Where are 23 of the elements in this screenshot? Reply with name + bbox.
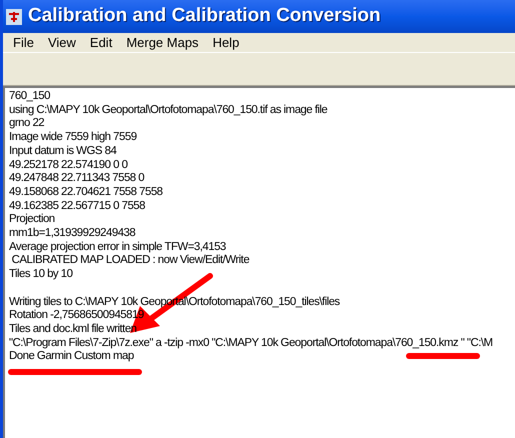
log-line: CALIBRATED MAP LOADED : now View/Edit/Write: [10, 254, 250, 268]
log-line: Tiles 10 by 10: [9, 268, 72, 282]
menu-item[interactable]: View: [42, 32, 82, 52]
log-line: Image wide 7559 high 7559: [9, 131, 137, 145]
log-line: "C:\Program Files\7-Zip\7z.exe" a -tzip -mx0 "C:\MAPY 10k Geoportal\Ortofotomapa\760_150.kmz " "C:\M: [9, 336, 493, 350]
log-line: 760_150: [9, 90, 50, 104]
log-line: Average projection error in simple TFW=3,4153: [9, 240, 226, 254]
log-line: 49.247848 22.711343 7558 0: [9, 172, 144, 186]
log-line: Done Garmin Custom map: [9, 350, 134, 364]
menu-item[interactable]: Edit: [84, 32, 118, 52]
log-line: 49.158068 22.704621 7558 7558: [9, 186, 163, 200]
window-title: Calibration and Calibration Conversion: [28, 4, 381, 28]
app-icon: [6, 8, 22, 24]
log-line: 49.252178 22.574190 0 0: [9, 158, 128, 172]
menu-item[interactable]: Merge Maps: [120, 32, 205, 52]
log-line: mm1b=1,31939929249438: [9, 227, 136, 241]
log-line: using C:\MAPY 10k Geoportal\Ortofotomapa\760_150.tif as image file: [9, 104, 328, 118]
menu-item[interactable]: Help: [206, 32, 246, 52]
menu-item[interactable]: File: [7, 32, 40, 52]
log-line: Projection: [9, 213, 55, 228]
log-line: grno 22: [9, 117, 44, 132]
log-line: 49.162385 22.567715 0 7558: [9, 200, 145, 214]
log-line: Input datum is WGS 84: [9, 144, 116, 159]
